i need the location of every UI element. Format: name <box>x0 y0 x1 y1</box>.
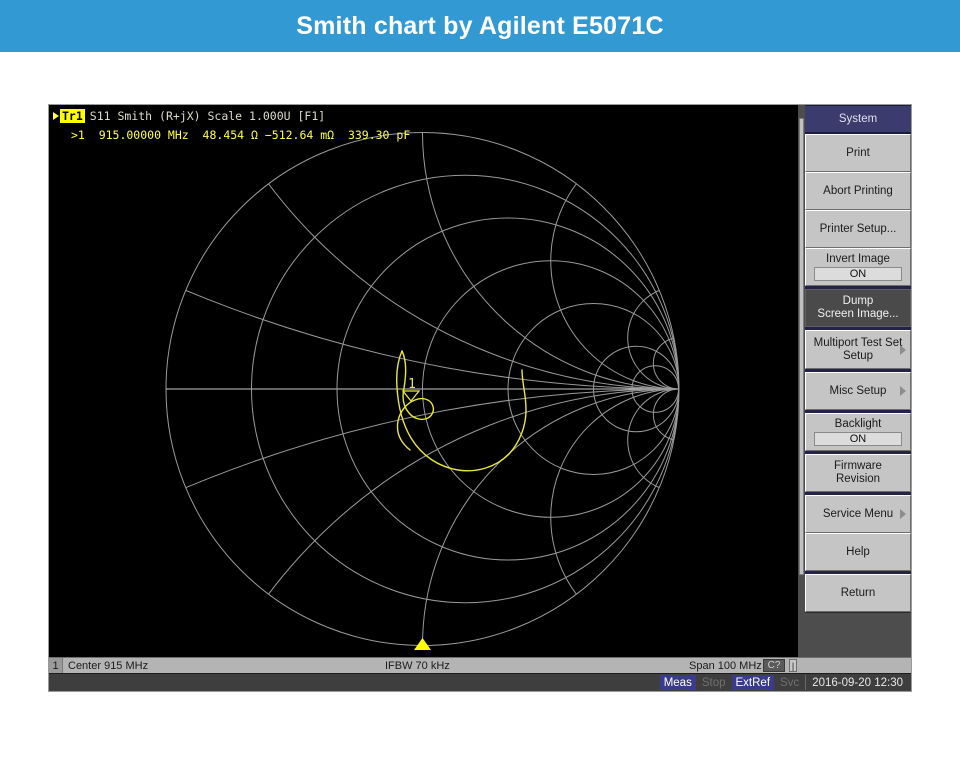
softkey-scrollbar[interactable] <box>798 105 805 657</box>
softkey-backlight-value[interactable]: ON <box>814 432 902 446</box>
status-bar: Meas Stop ExtRef Svc 2016-09-20 12:30 <box>49 673 911 691</box>
softkey-label: Misc Setup <box>830 385 887 398</box>
softkey-empty-area <box>798 612 911 657</box>
softkey-scrollbar-thumb[interactable] <box>799 118 804 575</box>
softkey-print[interactable]: Print <box>805 134 911 172</box>
svg-text:1: 1 <box>408 377 416 392</box>
page-header: Smith chart by Agilent E5071C <box>0 0 960 52</box>
chevron-right-icon <box>900 345 906 355</box>
softkey-label-line1: Multiport Test Set <box>814 337 903 350</box>
softkey-multiport-test-set-setup[interactable]: Multiport Test Set Setup <box>805 330 911 369</box>
softkey-invert-image-value[interactable]: ON <box>814 267 902 281</box>
softkey-return[interactable]: Return <box>805 574 911 612</box>
softkey-label: Help <box>846 546 870 559</box>
channel-status-strip[interactable]: 1 Center 915 MHz IFBW 70 kHz Span 100 MH… <box>49 657 911 673</box>
softkey-misc-setup[interactable]: Misc Setup <box>805 372 911 410</box>
status-extref: ExtRef <box>732 675 775 690</box>
softkey-label: Printer Setup... <box>820 223 897 236</box>
chevron-right-icon <box>900 386 906 396</box>
play-triangle-icon <box>53 112 59 120</box>
softkey-help[interactable]: Help <box>805 533 911 571</box>
page-title: Smith chart by Agilent E5071C <box>296 12 663 41</box>
status-stop: Stop <box>698 675 730 690</box>
softkey-label: Return <box>841 587 876 600</box>
cal-state-badge: C? <box>763 659 785 672</box>
instrument-screen: 1 Tr1 S11 Smith (R+jX) Scale 1.000U [F1]… <box>48 104 912 692</box>
softkey-label: Abort Printing <box>823 185 893 198</box>
center-frequency-marker-icon <box>414 638 431 650</box>
softkey-service-menu[interactable]: Service Menu <box>805 495 911 533</box>
chevron-right-icon <box>900 509 906 519</box>
trace-title: S11 Smith (R+jX) Scale 1.000U [F1] <box>90 109 325 123</box>
smith-chart-pane[interactable]: 1 Tr1 S11 Smith (R+jX) Scale 1.000U [F1]… <box>49 105 798 657</box>
measured-trace <box>397 351 526 471</box>
softkey-label-line1: Firmware <box>834 460 882 473</box>
channel-number: 1 <box>49 658 63 673</box>
ifbw-readout[interactable]: IFBW 70 kHz <box>385 660 450 672</box>
softkey-firmware-revision[interactable]: Firmware Revision <box>805 454 911 492</box>
softkey-label: Invert Image <box>826 253 890 266</box>
span-readout[interactable]: Span 100 MHz <box>689 660 762 672</box>
softkey-dump-screen-image[interactable]: Dump Screen Image... <box>805 289 911 327</box>
softkey-label-line2: Screen Image... <box>817 308 898 321</box>
marker-readout: >1 915.00000 MHz 48.454 Ω −512.64 mΩ 339… <box>71 128 410 142</box>
status-svc: Svc <box>776 675 803 690</box>
softkey-label: Print <box>846 147 870 160</box>
softkey-label: Backlight <box>835 418 882 431</box>
center-frequency-readout[interactable]: Center 915 MHz <box>68 660 148 672</box>
softkey-panel: System Print Abort Printing Printer Setu… <box>798 105 911 657</box>
softkey-label: Service Menu <box>823 508 893 521</box>
trace-status-line[interactable]: Tr1 S11 Smith (R+jX) Scale 1.000U [F1] <box>53 109 325 123</box>
sweep-bar-indicator: | <box>789 659 797 672</box>
softkey-list: System Print Abort Printing Printer Setu… <box>805 105 911 612</box>
status-datetime: 2016-09-20 12:30 <box>805 675 908 690</box>
softkey-abort-printing[interactable]: Abort Printing <box>805 172 911 210</box>
smith-chart-graphic: 1 <box>49 105 798 657</box>
softkey-invert-image[interactable]: Invert Image ON <box>805 248 911 286</box>
status-meas: Meas <box>660 675 696 690</box>
softkey-menu-title: System <box>805 105 911 134</box>
softkey-label-line2: Revision <box>836 473 880 486</box>
instrument-body: 1 Tr1 S11 Smith (R+jX) Scale 1.000U [F1]… <box>49 105 911 657</box>
softkey-label-line1: Dump <box>843 295 874 308</box>
softkey-backlight[interactable]: Backlight ON <box>805 413 911 451</box>
trace-badge[interactable]: Tr1 <box>60 109 85 123</box>
softkey-label-line2: Setup <box>843 350 873 363</box>
softkey-printer-setup[interactable]: Printer Setup... <box>805 210 911 248</box>
